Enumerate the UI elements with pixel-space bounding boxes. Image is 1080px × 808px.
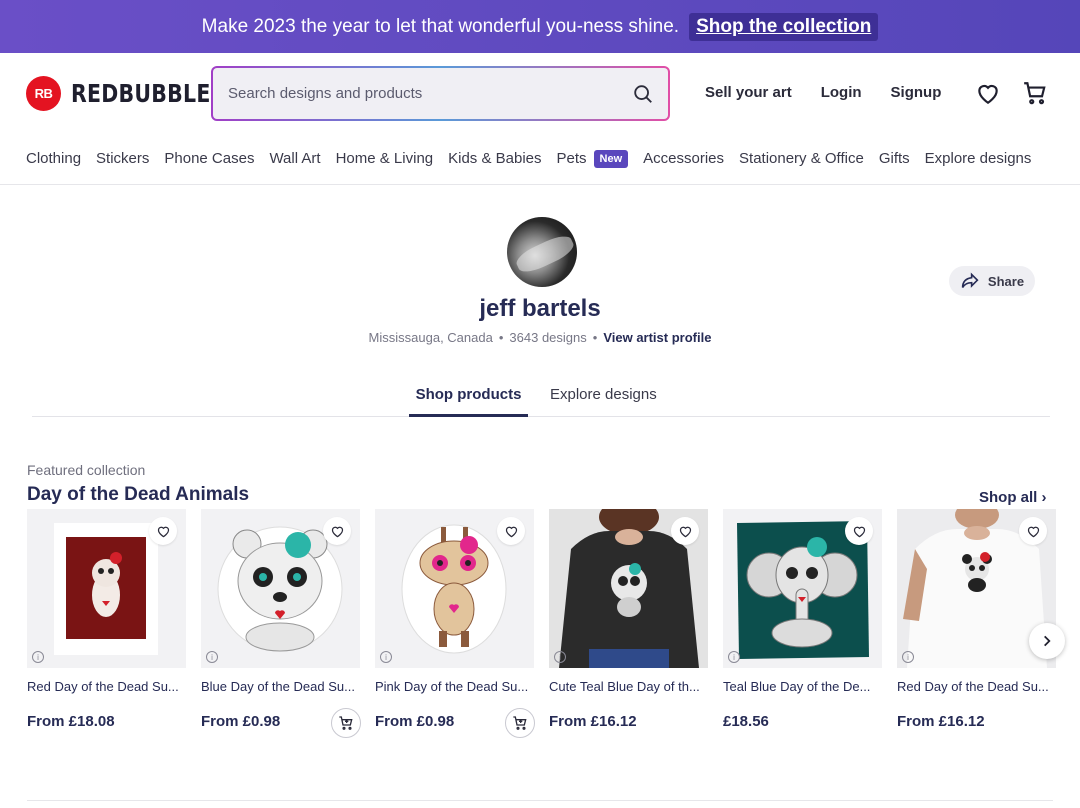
add-to-cart-icon [513, 716, 527, 730]
product-title[interactable]: Teal Blue Day of the De... [723, 679, 882, 694]
artist-name: jeff bartels [479, 295, 601, 322]
share-button[interactable]: Share [949, 266, 1035, 296]
heart-icon [331, 526, 343, 538]
heart-icon [505, 526, 517, 538]
product-title[interactable]: Red Day of the Dead Su... [897, 679, 1056, 694]
artist-meta: Mississauga, Canada • 3643 designs • View ar… [368, 330, 712, 345]
nav-item-accessories[interactable]: Accessories [643, 150, 724, 167]
product-card[interactable]: i Pink Day of the Dead Su... From £0.98 [375, 509, 535, 738]
header-links: Sell your art Login Signup [705, 84, 970, 101]
product-title[interactable]: Cute Teal Blue Day of th... [549, 679, 708, 694]
divider [27, 800, 1053, 801]
add-to-cart-button[interactable] [331, 708, 361, 738]
collection-title: Day of the Dead Animals [27, 484, 250, 505]
tab-explore-designs[interactable]: Explore designs [550, 386, 657, 403]
nav-item-phone-cases[interactable]: Phone Cases [164, 150, 254, 167]
profile-tabs: Shop products Explore designs [32, 382, 1050, 417]
product-price: £18.56 [723, 713, 769, 730]
info-icon[interactable]: i [206, 651, 218, 663]
artist-location: Mississauga, Canada [368, 330, 493, 345]
featured-collection: Featured collection Day of the Dead Anim… [0, 417, 1080, 802]
favorite-button[interactable] [323, 517, 351, 545]
nav-item-wall-art[interactable]: Wall Art [269, 150, 320, 167]
product-image[interactable]: i [549, 509, 708, 668]
share-icon [961, 272, 979, 288]
product-image[interactable]: i [201, 509, 360, 668]
favorite-button[interactable] [1019, 517, 1047, 545]
collection-eyebrow: Featured collection [27, 462, 146, 478]
nav-item-stickers[interactable]: Stickers [96, 150, 149, 167]
product-image[interactable]: i [27, 509, 186, 668]
product-price: From £18.08 [27, 713, 115, 730]
heart-icon [853, 526, 865, 538]
nav-item-kids-babies[interactable]: Kids & Babies [448, 150, 541, 167]
info-icon[interactable]: i [32, 651, 44, 663]
heart-icon [1027, 526, 1039, 538]
redbubble-logo[interactable]: RB REDBUBBLE [26, 75, 241, 111]
shop-all-link[interactable]: Shop all › [979, 489, 1047, 506]
product-card[interactable]: i Red Day of the Dead Su... From £18.08 [27, 509, 186, 730]
nav-item-home-living[interactable]: Home & Living [336, 150, 434, 167]
product-title[interactable]: Blue Day of the Dead Su... [201, 679, 360, 694]
artist-profile: jeff bartels Mississauga, Canada • 3643 de… [0, 185, 1080, 417]
promo-message: Make 2023 the year to let that wonderful… [201, 15, 680, 37]
info-icon[interactable]: i [380, 651, 392, 663]
signup-link[interactable]: Signup [891, 84, 942, 101]
heart-icon [679, 526, 691, 538]
sell-your-art-link[interactable]: Sell your art [705, 84, 792, 101]
nav-item-pets[interactable]: Pets [557, 150, 587, 167]
heart-icon[interactable] [975, 80, 1001, 106]
favorite-button[interactable] [149, 517, 177, 545]
favorite-button[interactable] [497, 517, 525, 545]
logo-text: REDBUBBLE [71, 78, 211, 108]
search-bar [211, 66, 670, 121]
share-label: Share [987, 273, 1025, 289]
add-to-cart-icon [339, 716, 353, 730]
favorite-button[interactable] [671, 517, 699, 545]
product-image[interactable]: i [723, 509, 882, 668]
nav-item-explore-designs[interactable]: Explore designs [925, 150, 1032, 167]
carousel-next-button[interactable] [1029, 623, 1065, 659]
heart-icon [157, 526, 169, 538]
search-icon[interactable] [632, 83, 654, 105]
product-price: From £16.12 [897, 713, 985, 730]
cart-icon[interactable] [1022, 80, 1048, 106]
info-icon[interactable]: i [554, 651, 566, 663]
add-to-cart-button[interactable] [505, 708, 535, 738]
avatar [507, 217, 577, 287]
nav-item-stationery-office[interactable]: Stationery & Office [739, 150, 864, 167]
product-title[interactable]: Red Day of the Dead Su... [27, 679, 186, 694]
new-badge: New [593, 149, 629, 168]
info-icon[interactable]: i [902, 651, 914, 663]
chevron-right-icon: › [1041, 489, 1047, 506]
logo-mark-icon: RB [26, 75, 61, 111]
product-price: From £16.12 [549, 713, 637, 730]
artist-design-count: 3643 designs [509, 330, 587, 345]
login-link[interactable]: Login [821, 84, 862, 101]
tab-shop-products[interactable]: Shop products [409, 386, 528, 417]
product-card[interactable]: i Red Day of the Dead Su... From £16.12 [897, 509, 1056, 730]
product-title[interactable]: Pink Day of the Dead Su... [375, 679, 534, 694]
chevron-right-icon [1044, 635, 1051, 647]
promo-banner: Make 2023 the year to let that wonderful… [0, 0, 1080, 53]
nav-item-gifts[interactable]: Gifts [879, 150, 910, 167]
search-input[interactable] [228, 85, 632, 102]
product-card[interactable]: i Blue Day of the Dead Su... From £0.98 [201, 509, 361, 738]
info-icon[interactable]: i [728, 651, 740, 663]
view-artist-profile-link[interactable]: View artist profile [603, 330, 711, 345]
product-image[interactable]: i [375, 509, 534, 668]
product-card[interactable]: i Teal Blue Day of the De... £18.56 [723, 509, 882, 730]
favorite-button[interactable] [845, 517, 873, 545]
nav-item-clothing[interactable]: Clothing [26, 150, 81, 167]
shop-all-label: Shop all [979, 489, 1038, 506]
product-card[interactable]: i Cute Teal Blue Day of th... From £16.1… [549, 509, 708, 730]
category-nav: Clothing Stickers Phone Cases Wall Art H… [0, 133, 1080, 185]
shop-collection-link[interactable]: Shop the collection [689, 12, 879, 41]
